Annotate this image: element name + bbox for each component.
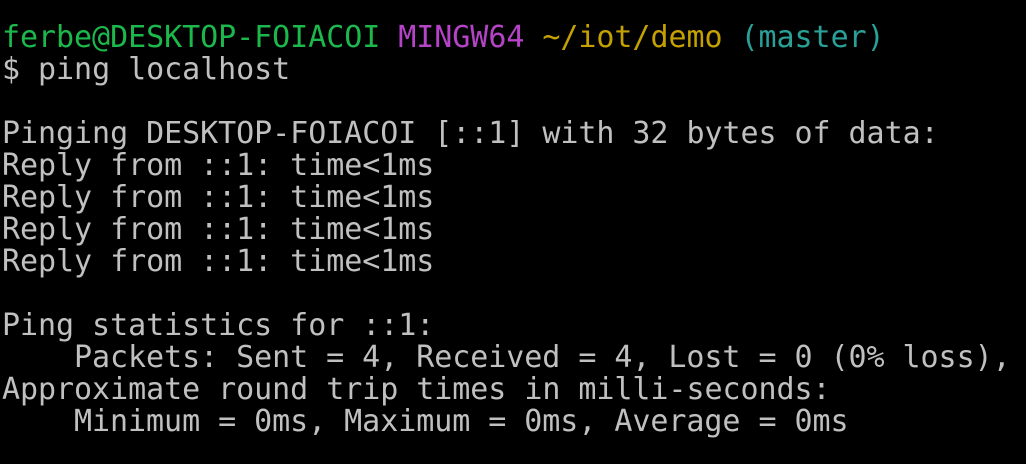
reply-line: Reply from ::1: time<1ms (2, 212, 435, 247)
command-line: $ ping localhost (2, 54, 1026, 86)
command-text: ping localhost (38, 52, 291, 87)
packets-stats: Packets: Sent = 4, Received = 4, Lost = … (74, 340, 1011, 375)
prompt-branch: (master) (740, 20, 885, 55)
reply-line: Reply from ::1: time<1ms (2, 148, 435, 183)
stats-header: Ping statistics for ::1: (2, 308, 435, 343)
prompt-line: ferbe@DESKTOP-FOIACOI MINGW64 ~/iot/demo… (2, 22, 1026, 54)
ping-header: Pinging DESKTOP-FOIACOI [::1] with 32 by… (2, 116, 939, 151)
rtt-values: Minimum = 0ms, Maximum = 0ms, Average = … (74, 404, 849, 439)
prompt-path: ~/iot/demo (542, 20, 723, 55)
reply-line: Reply from ::1: time<1ms (2, 244, 435, 279)
reply-line: Reply from ::1: time<1ms (2, 180, 435, 215)
prompt-symbol: $ (2, 52, 21, 87)
rtt-header: Approximate round trip times in milli-se… (2, 372, 831, 407)
terminal-window[interactable]: ferbe@DESKTOP-FOIACOI MINGW64 ~/iot/demo… (0, 0, 1026, 464)
prompt-user-host: ferbe@DESKTOP-FOIACOI (2, 20, 381, 55)
prompt-system: MINGW64 (398, 20, 525, 55)
